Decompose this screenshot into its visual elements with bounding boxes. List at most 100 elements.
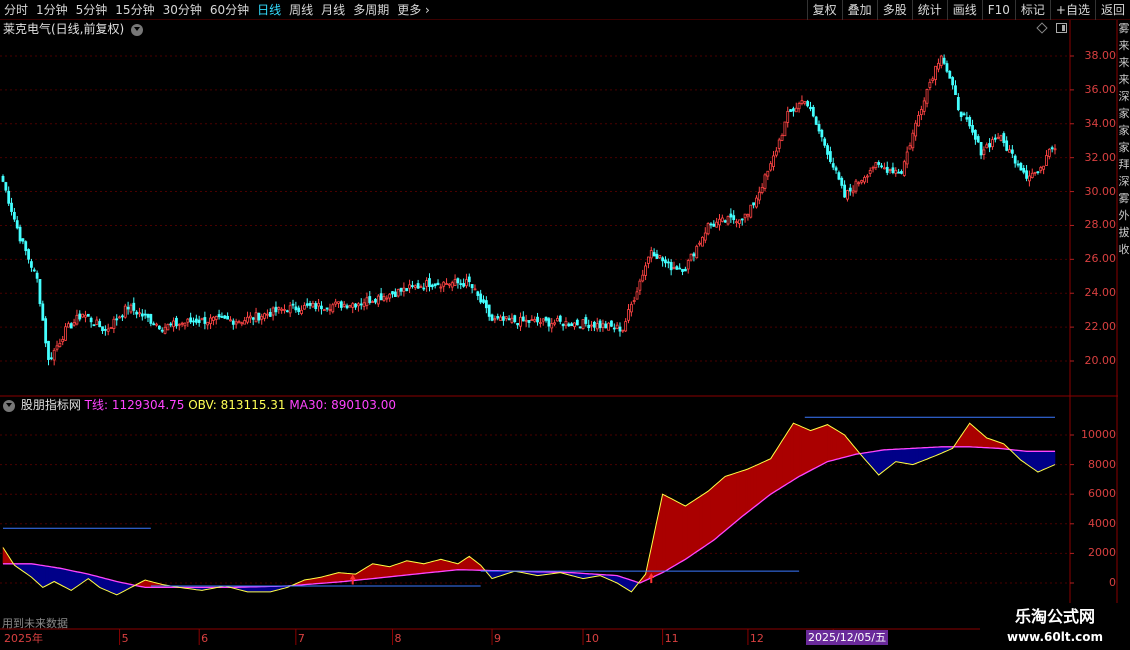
candle (7, 186, 11, 207)
indicator-name[interactable]: 股朋指标网 (21, 398, 81, 412)
candle-body (106, 328, 110, 332)
candle-body (868, 170, 872, 174)
candle (922, 97, 926, 116)
candle-body (820, 129, 824, 138)
candle-body (348, 305, 352, 308)
watermark-title: 乐淘公式网 (1014, 607, 1095, 626)
obv-below-fill (1043, 450, 1047, 470)
candle-body (959, 111, 963, 117)
obv-below-fill (65, 569, 69, 590)
candle-body (729, 213, 733, 218)
obv-below-fill (116, 581, 120, 596)
obv-below-fill (113, 580, 118, 596)
candle-body (103, 329, 107, 331)
candle-body (1028, 175, 1031, 182)
date-tick: 12 (749, 632, 764, 645)
candle (749, 204, 753, 219)
candle-body (988, 143, 992, 148)
candle-body (320, 305, 323, 310)
candle-body (996, 136, 1000, 139)
candle-body (814, 116, 818, 125)
candle-body (408, 284, 411, 289)
chevron-down-icon[interactable] (3, 399, 15, 412)
candle-body (709, 223, 713, 226)
candle-body (254, 312, 258, 323)
candle-body (1, 175, 5, 182)
candle (575, 318, 579, 326)
obv-above-fill (329, 573, 334, 583)
candle (123, 303, 127, 319)
candle (664, 256, 667, 268)
candle-body (828, 151, 832, 162)
candle (883, 162, 886, 170)
candle-body (769, 163, 773, 171)
candle-body (1022, 167, 1026, 173)
candle-body (86, 313, 90, 317)
obv-below-fill (255, 586, 260, 593)
candle-body (433, 283, 437, 287)
candle (925, 88, 929, 108)
candle-body (664, 259, 667, 264)
info-char: 拜 (1118, 158, 1130, 171)
obv-above-fill (770, 453, 774, 495)
obv-above-fill (400, 561, 405, 576)
candle-body (962, 113, 966, 116)
candle (777, 137, 781, 153)
candle-body (928, 81, 932, 88)
ma30-label: MA30: (289, 398, 328, 412)
candle (527, 320, 531, 328)
candle (328, 303, 332, 315)
candle-body (880, 165, 883, 168)
candle (470, 284, 474, 294)
candle-body (351, 303, 355, 308)
candle-body (283, 309, 286, 311)
candle (993, 134, 997, 143)
obv-above-fill (432, 560, 436, 573)
candle (254, 307, 258, 323)
candle-body (487, 304, 491, 317)
candle (149, 313, 153, 327)
info-char: 深 (1118, 90, 1130, 103)
candle (277, 306, 281, 314)
chevron-down-icon[interactable] (131, 23, 144, 36)
candle (652, 248, 656, 257)
candle (69, 322, 73, 329)
candle-body (1047, 148, 1051, 157)
candle-body (101, 326, 104, 332)
candle-body (12, 211, 16, 220)
panel-toggle-icon[interactable] (1056, 23, 1067, 33)
candle-body (146, 313, 150, 318)
candle-body (900, 171, 903, 174)
date-tick: 11 (664, 632, 679, 645)
candle-body (607, 322, 611, 331)
date-tick: 7 (297, 632, 305, 645)
candle (385, 295, 389, 303)
candle (965, 111, 969, 123)
candle (75, 309, 79, 326)
candle (300, 305, 303, 316)
candle-body (641, 274, 645, 282)
candle-body (874, 162, 878, 168)
candle (38, 279, 42, 307)
candle (163, 323, 167, 335)
candle-body (212, 316, 215, 321)
chart-canvas[interactable] (0, 0, 1130, 650)
candle (348, 304, 352, 308)
candle (84, 310, 87, 323)
obv-below-fill (102, 577, 106, 591)
candle (996, 133, 1000, 140)
candle (413, 284, 417, 291)
candle (121, 314, 124, 321)
candle-body (237, 321, 241, 324)
candle-body (160, 329, 164, 332)
candle (92, 324, 96, 327)
candle (146, 313, 150, 323)
candle (217, 309, 221, 320)
candle (41, 300, 45, 321)
candle-body (806, 101, 810, 107)
candle (246, 311, 249, 325)
candle (248, 312, 252, 324)
candle-body (226, 315, 230, 320)
candle (4, 181, 8, 193)
obv-above-fill (685, 503, 689, 560)
